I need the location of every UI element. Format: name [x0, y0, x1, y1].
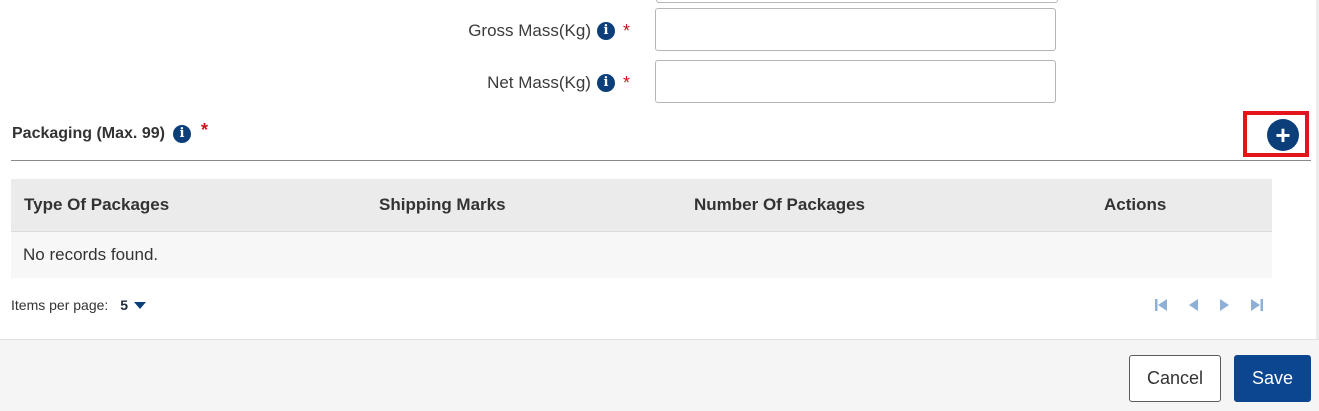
last-page-icon	[1251, 299, 1263, 311]
previous-page-button[interactable]	[1186, 297, 1200, 313]
add-packaging-button[interactable]: +	[1267, 119, 1299, 151]
gross-mass-input[interactable]	[655, 8, 1056, 51]
required-asterisk: *	[622, 72, 630, 93]
table-header: Type Of Packages Shipping Marks Number O…	[11, 179, 1272, 232]
next-page-button[interactable]	[1218, 297, 1232, 313]
table-empty-row: No records found.	[11, 232, 1272, 278]
info-icon[interactable]: i	[596, 74, 615, 92]
next-page-icon	[1220, 299, 1229, 311]
items-per-page: Items per page: 5	[11, 293, 147, 317]
first-page-button[interactable]	[1154, 297, 1168, 313]
column-header-actions: Actions	[1104, 195, 1167, 214]
gross-mass-label-group: Gross Mass(Kg) i *	[468, 8, 630, 54]
gross-mass-row: Gross Mass(Kg) i *	[0, 8, 1100, 54]
column-header-number-of-packages[interactable]: Number Of Packages	[694, 179, 865, 231]
items-per-page-label: Items per page:	[11, 297, 109, 313]
last-page-button[interactable]	[1250, 297, 1264, 313]
packaging-title-text: Packaging (Max. 99)	[12, 125, 165, 142]
column-header-shipping-marks[interactable]: Shipping Marks	[379, 179, 506, 231]
previous-field-edge	[656, 0, 1058, 3]
chevron-down-icon	[134, 301, 147, 309]
packaging-form-page: Gross Mass(Kg) i * Net Mass(Kg) i * Pack…	[0, 0, 1319, 411]
empty-message: No records found.	[23, 245, 159, 264]
net-mass-input[interactable]	[655, 60, 1056, 103]
pagination-controls	[1154, 297, 1264, 313]
packaging-section-title: Packaging (Max. 99) i *	[12, 119, 208, 147]
first-page-icon	[1155, 299, 1167, 311]
form-footer: Cancel Save	[0, 339, 1319, 411]
info-icon[interactable]: i	[172, 125, 191, 143]
net-mass-label: Net Mass(Kg)	[487, 73, 591, 92]
required-asterisk: *	[622, 20, 630, 41]
pagination-bar: Items per page: 5	[11, 293, 1272, 317]
column-header-type-of-packages[interactable]: Type Of Packages	[24, 179, 169, 231]
items-per-page-select[interactable]: 5	[120, 293, 147, 317]
previous-page-icon	[1189, 299, 1198, 311]
cancel-button[interactable]: Cancel	[1129, 355, 1221, 402]
net-mass-row: Net Mass(Kg) i *	[0, 60, 1100, 106]
plus-circle-icon: +	[1275, 120, 1291, 150]
net-mass-label-group: Net Mass(Kg) i *	[487, 60, 630, 106]
section-divider	[11, 160, 1311, 161]
items-per-page-value: 5	[120, 297, 129, 313]
info-icon[interactable]: i	[596, 22, 615, 40]
packaging-table: Type Of Packages Shipping Marks Number O…	[11, 179, 1272, 278]
save-button[interactable]: Save	[1234, 355, 1311, 402]
required-asterisk: *	[200, 119, 208, 140]
gross-mass-label: Gross Mass(Kg)	[468, 21, 591, 40]
